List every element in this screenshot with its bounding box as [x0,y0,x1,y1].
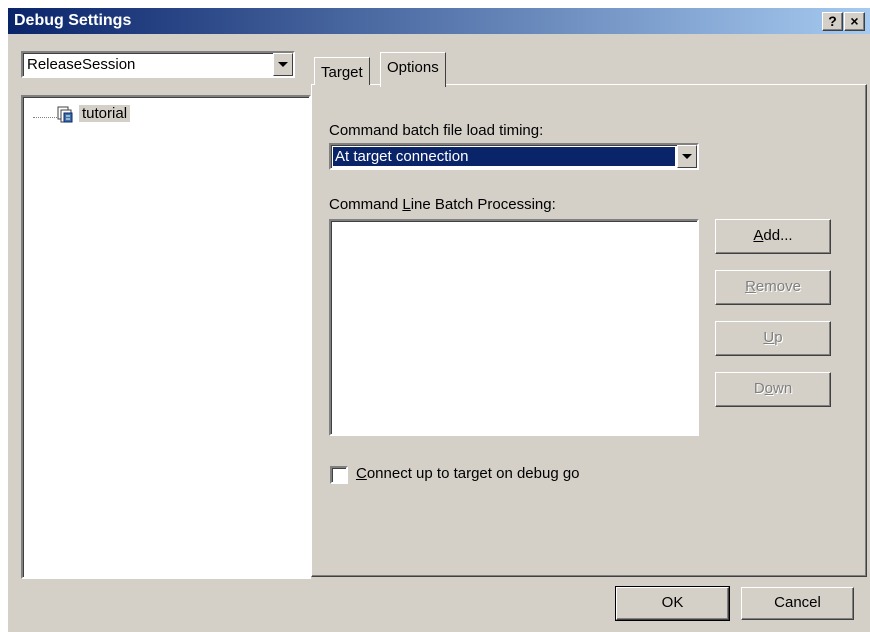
load-timing-label: Command batch file load timing: [329,122,544,139]
session-dropdown[interactable]: ReleaseSession [21,51,295,78]
load-timing-selected-value: At target connection [333,147,675,166]
batch-processing-label: Command Line Batch Processing: [329,196,556,213]
connect-on-debug-go-label[interactable]: Connect up to target on debug go [356,465,580,482]
help-button[interactable]: ? [822,12,843,31]
up-button[interactable]: Up [715,321,831,356]
tree-item-tutorial[interactable]: tutorial [79,105,131,122]
dialog-title: Debug Settings [14,12,132,29]
tab-options[interactable]: Options [380,52,446,87]
debug-settings-dialog: Debug Settings ? × ReleaseSession tutori… [8,8,870,632]
load-timing-dropdown-button[interactable] [677,145,697,168]
close-button[interactable]: × [844,12,865,31]
chevron-down-icon [278,62,288,67]
load-timing-dropdown[interactable]: At target connection [329,143,699,170]
session-tree[interactable]: tutorial [21,95,311,579]
session-dropdown-button[interactable] [273,53,293,76]
chevron-down-icon [682,154,692,159]
ok-button[interactable]: OK [615,586,730,621]
add-button[interactable]: Add... [715,219,831,254]
remove-button[interactable]: Remove [715,270,831,305]
batch-command-list[interactable] [329,219,699,436]
options-tab-panel: Command batch file load timing: At targe… [311,84,867,577]
session-selected-value: ReleaseSession [27,56,136,73]
project-icon [57,106,73,123]
tree-connector-line [33,117,57,118]
title-bar[interactable]: Debug Settings ? × [8,8,870,34]
tab-target[interactable]: Target [314,57,370,85]
cancel-button[interactable]: Cancel [741,587,854,620]
connect-on-debug-go-checkbox[interactable] [330,466,348,484]
down-button[interactable]: Down [715,372,831,407]
